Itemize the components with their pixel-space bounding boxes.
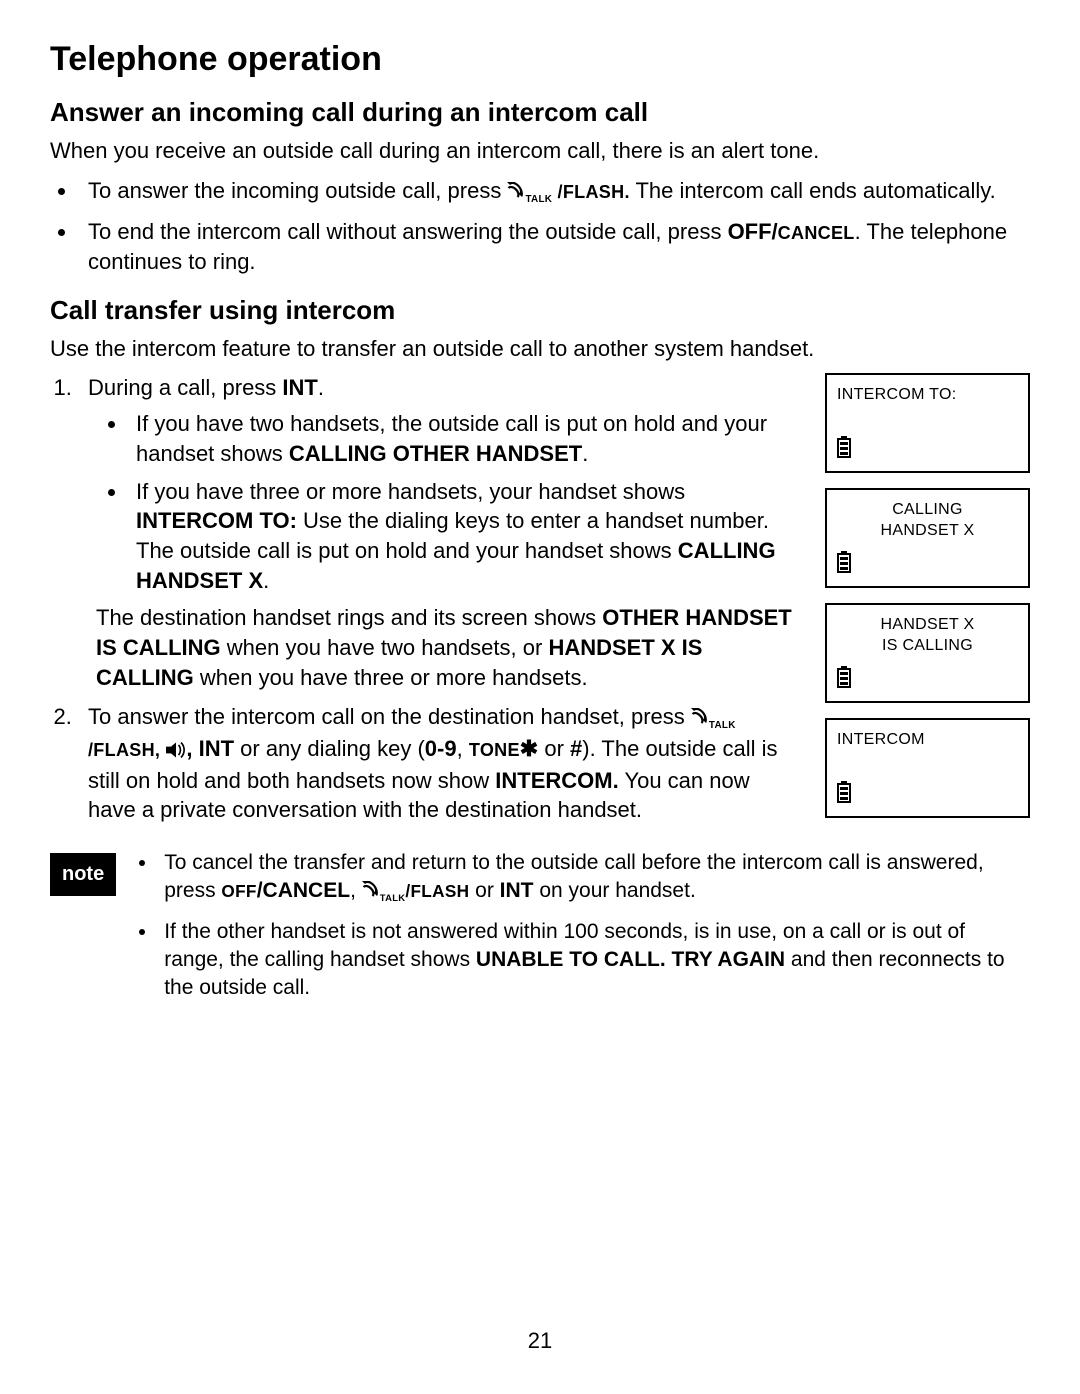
display-text: UNABLE TO CALL. TRY AGAIN bbox=[476, 948, 785, 971]
handset-screen-intercom: INTERCOM bbox=[825, 718, 1030, 818]
battery-icon bbox=[837, 551, 851, 578]
sub-bullet: If you have two handsets, the outside ca… bbox=[128, 409, 795, 468]
text: The intercom call ends automatically. bbox=[630, 178, 996, 203]
key-flash: /FLASH, bbox=[88, 740, 160, 760]
text: on your handset. bbox=[534, 879, 696, 902]
screen-text: CALLING bbox=[837, 500, 1018, 521]
note-badge: note bbox=[50, 853, 116, 896]
section1-intro: When you receive an outside call during … bbox=[50, 136, 1030, 166]
key-flash: /FLASH bbox=[405, 881, 469, 901]
section-heading-transfer: Call transfer using intercom bbox=[50, 295, 1030, 326]
handset-screen-handset-calling: HANDSET X IS CALLING bbox=[825, 603, 1030, 703]
section-heading-answer: Answer an incoming call during an interc… bbox=[50, 97, 1030, 128]
note-item: If the other handset is not answered wit… bbox=[158, 918, 1030, 1003]
screen-text: INTERCOM bbox=[837, 730, 1018, 751]
text: or bbox=[538, 736, 570, 761]
text: To answer the incoming outside call, pre… bbox=[88, 178, 507, 203]
handset-screen-intercom-to: INTERCOM TO: bbox=[825, 373, 1030, 473]
text: To end the intercom call without answeri… bbox=[88, 219, 728, 244]
key-digits: 0-9 bbox=[425, 736, 457, 761]
page-title: Telephone operation bbox=[50, 40, 1030, 79]
sub-bullet: If you have three or more handsets, your… bbox=[128, 477, 795, 596]
text: or any dialing key ( bbox=[234, 736, 425, 761]
text: or bbox=[469, 879, 499, 902]
text: To answer the intercom call on the desti… bbox=[88, 704, 691, 729]
key-cancel: CANCEL bbox=[778, 223, 855, 243]
key-off: OFF/ bbox=[728, 219, 778, 244]
key-int: INT bbox=[500, 879, 534, 902]
display-text: INTERCOM. bbox=[495, 768, 618, 793]
battery-icon bbox=[837, 666, 851, 693]
step-2: To answer the intercom call on the desti… bbox=[78, 702, 795, 825]
speaker-icon bbox=[166, 736, 186, 766]
text: . bbox=[582, 441, 588, 466]
bullet-item: To answer the incoming outside call, pre… bbox=[78, 176, 1030, 208]
screen-text: INTERCOM TO: bbox=[837, 385, 1018, 406]
page-number: 21 bbox=[0, 1328, 1080, 1354]
screen-text: IS CALLING bbox=[837, 636, 1018, 657]
talk-icon bbox=[362, 879, 380, 907]
talk-label: TALK bbox=[709, 720, 736, 731]
text: . bbox=[263, 568, 269, 593]
handset-screen-calling-handset: CALLING HANDSET X bbox=[825, 488, 1030, 588]
display-text: INTERCOM TO: bbox=[136, 508, 297, 533]
text: The destination handset rings and its sc… bbox=[96, 605, 602, 630]
key-flash: /FLASH. bbox=[558, 182, 630, 202]
screen-text: HANDSET X bbox=[837, 615, 1018, 636]
text: , bbox=[186, 736, 198, 761]
key-off: OFF bbox=[221, 881, 256, 901]
step-1: During a call, press INT. If you have tw… bbox=[78, 373, 795, 692]
battery-icon bbox=[837, 781, 851, 808]
text: , bbox=[350, 879, 362, 902]
text: If you have three or more handsets, your… bbox=[136, 479, 685, 504]
battery-icon bbox=[837, 436, 851, 463]
text: when you have three or more handsets. bbox=[194, 665, 588, 690]
tone-star-icon: ✱ bbox=[520, 736, 538, 761]
text: , bbox=[457, 736, 469, 761]
key-int: INT bbox=[282, 375, 317, 400]
display-text: CALLING OTHER HANDSET bbox=[289, 441, 582, 466]
bullet-item: To end the intercom call without answeri… bbox=[78, 217, 1030, 276]
step1-paragraph: The destination handset rings and its sc… bbox=[96, 603, 795, 692]
note-item: To cancel the transfer and return to the… bbox=[158, 849, 1030, 908]
text: During a call, press bbox=[88, 375, 282, 400]
text: when you have two handsets, or bbox=[221, 635, 549, 660]
key-hash: # bbox=[570, 736, 582, 761]
key-cancel: /CANCEL bbox=[257, 879, 350, 902]
talk-icon bbox=[691, 704, 709, 734]
talk-label: TALK bbox=[380, 893, 406, 904]
section2-intro: Use the intercom feature to transfer an … bbox=[50, 334, 1030, 364]
text: . bbox=[318, 375, 324, 400]
talk-icon bbox=[507, 178, 525, 208]
screen-text: HANDSET X bbox=[837, 521, 1018, 542]
key-int: INT bbox=[199, 736, 234, 761]
talk-label: TALK bbox=[525, 194, 552, 205]
key-tone: TONE bbox=[469, 740, 520, 760]
